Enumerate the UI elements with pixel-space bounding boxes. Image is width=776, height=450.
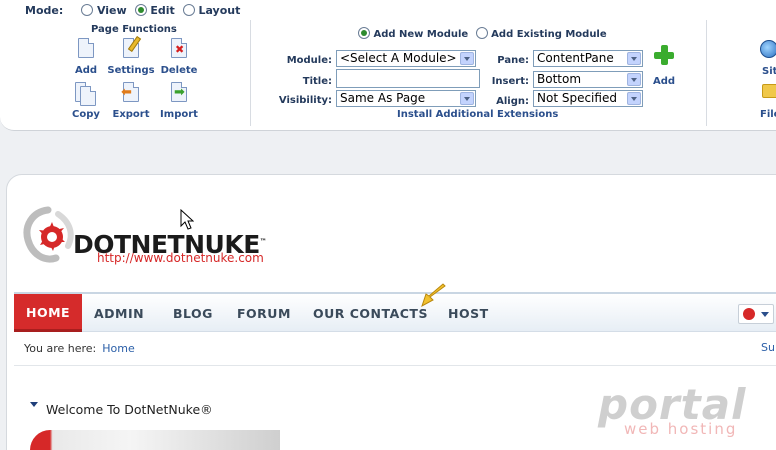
pane-select[interactable]: ContentPane bbox=[533, 50, 643, 67]
mode-layout-radio[interactable] bbox=[182, 4, 195, 16]
dnn-flag-icon bbox=[743, 308, 755, 320]
chevron-down-icon bbox=[627, 73, 641, 86]
module-select[interactable]: <Select A Module> bbox=[336, 50, 476, 67]
export-page-label: Export bbox=[112, 109, 150, 120]
menu-item-host[interactable]: HOST bbox=[448, 306, 489, 321]
settings-pencil-icon bbox=[120, 36, 142, 62]
module-title: Welcome To DotNetNuke® bbox=[46, 402, 213, 417]
delete-page-label: Delete bbox=[160, 65, 198, 76]
mode-view-option[interactable]: View bbox=[81, 4, 130, 17]
control-panel: Mode: View Edit Layout Page Functions Ad… bbox=[0, 0, 776, 131]
logo-trademark: ™ bbox=[259, 237, 267, 246]
breadcrumb: You are here: Home bbox=[24, 342, 135, 355]
main-menu: HOME ADMIN BLOG FORUM OUR CONTACTS HOST bbox=[14, 292, 776, 332]
delete-page-icon: ✖ bbox=[168, 38, 190, 62]
globe-icon[interactable] bbox=[760, 40, 776, 58]
insert-label: Insert: bbox=[491, 76, 529, 87]
breadcrumb-home-link[interactable]: Home bbox=[102, 342, 134, 355]
mouse-cursor-icon bbox=[180, 209, 194, 230]
chevron-down-icon bbox=[460, 92, 474, 105]
separator bbox=[706, 20, 707, 126]
import-page-label: Import bbox=[160, 109, 198, 120]
import-arrow-icon: ➡ bbox=[168, 82, 190, 106]
mode-bar: Mode: View Edit Layout bbox=[25, 4, 240, 17]
title-input[interactable] bbox=[336, 69, 480, 88]
align-select-value: Not Specified bbox=[537, 91, 617, 105]
menu-item-forum[interactable]: FORUM bbox=[237, 306, 291, 321]
breadcrumb-label: You are here: bbox=[24, 342, 97, 355]
export-arrow-icon: ⬅ bbox=[120, 82, 142, 106]
chevron-down-icon bbox=[761, 312, 769, 317]
pane-select-value: ContentPane bbox=[537, 51, 614, 65]
copy-page-label: Copy bbox=[72, 109, 100, 120]
mode-layout-label: Layout bbox=[198, 4, 241, 17]
menu-item-admin[interactable]: ADMIN bbox=[94, 306, 144, 321]
add-new-module-option[interactable]: Add New Module bbox=[358, 27, 472, 40]
visibility-label: Visibility: bbox=[278, 95, 332, 106]
add-new-module-label: Add New Module bbox=[373, 29, 469, 40]
add-new-module-radio[interactable] bbox=[358, 27, 370, 39]
visibility-select-value: Same As Page bbox=[340, 91, 426, 105]
mode-edit-label: Edit bbox=[150, 4, 175, 17]
insert-select-value: Bottom bbox=[537, 72, 582, 86]
visibility-select[interactable]: Same As Page bbox=[336, 90, 476, 107]
pointer-arrow-icon bbox=[421, 283, 446, 308]
insert-select[interactable]: Bottom bbox=[533, 71, 643, 88]
chevron-down-icon bbox=[627, 52, 641, 65]
align-label: Align: bbox=[496, 96, 529, 107]
mode-edit-option[interactable]: Edit bbox=[134, 4, 179, 17]
language-selector[interactable] bbox=[738, 304, 774, 324]
chevron-down-icon bbox=[460, 52, 474, 65]
mode-label: Mode: bbox=[25, 4, 64, 17]
divider bbox=[14, 365, 776, 366]
add-page-icon bbox=[75, 38, 97, 62]
page-settings-label: Settings bbox=[107, 65, 155, 76]
watermark-tagline: web hosting bbox=[624, 420, 738, 438]
separator bbox=[250, 20, 251, 126]
add-existing-module-radio[interactable] bbox=[475, 27, 488, 39]
delete-page-button[interactable]: ✖ Delete bbox=[151, 38, 207, 76]
site-link[interactable]: Sit bbox=[762, 66, 776, 77]
add-existing-module-label: Add Existing Module bbox=[491, 29, 607, 40]
user-link[interactable]: Su bbox=[761, 341, 775, 354]
chevron-down-icon bbox=[627, 92, 641, 105]
pane-label: Pane: bbox=[497, 55, 529, 66]
logo-url[interactable]: http://www.dotnetnuke.com bbox=[97, 251, 264, 265]
copy-page-icon bbox=[75, 82, 97, 106]
module-actions-icon[interactable] bbox=[30, 402, 38, 407]
menu-item-our-contacts[interactable]: OUR CONTACTS bbox=[313, 306, 428, 321]
folder-icon[interactable] bbox=[762, 84, 776, 98]
page-functions-title: Page Functions bbox=[91, 24, 177, 35]
menu-item-blog[interactable]: BLOG bbox=[173, 306, 213, 321]
align-select[interactable]: Not Specified bbox=[533, 90, 643, 107]
files-link[interactable]: File bbox=[760, 109, 776, 120]
add-page-label: Add bbox=[74, 65, 98, 76]
title-label: Title: bbox=[302, 76, 332, 87]
add-module-plus-icon[interactable] bbox=[653, 44, 675, 66]
dotnetnuke-logo-icon bbox=[23, 206, 74, 263]
mode-layout-option[interactable]: Layout bbox=[182, 4, 241, 17]
add-existing-module-option[interactable]: Add Existing Module bbox=[475, 27, 607, 40]
mode-view-radio[interactable] bbox=[81, 4, 94, 16]
module-mode-group: Add New Module Add Existing Module bbox=[358, 27, 607, 40]
module-select-value: <Select A Module> bbox=[340, 51, 457, 65]
mode-view-label: View bbox=[96, 4, 127, 17]
import-page-button[interactable]: ➡ Import bbox=[151, 82, 207, 120]
install-extensions-link[interactable]: Install Additional Extensions bbox=[397, 109, 558, 120]
welcome-banner-image bbox=[30, 430, 280, 450]
menu-item-home[interactable]: HOME bbox=[14, 294, 83, 332]
add-module-button[interactable]: Add bbox=[653, 76, 675, 87]
mode-edit-radio[interactable] bbox=[134, 4, 147, 16]
module-label: Module: bbox=[286, 55, 332, 66]
